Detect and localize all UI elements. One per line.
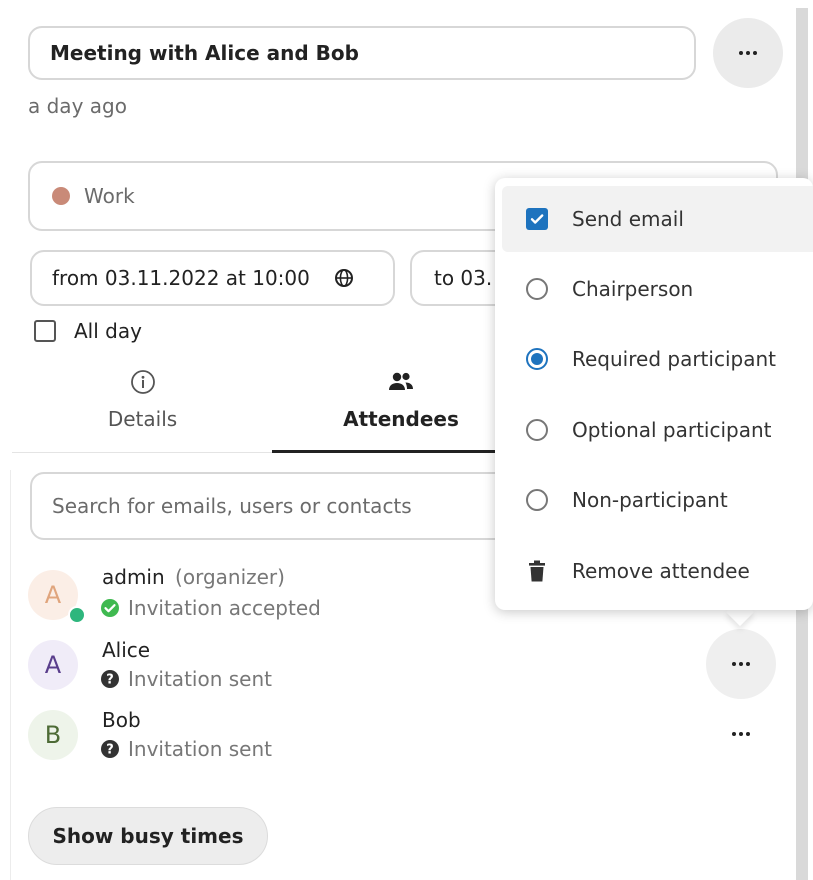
menu-item-non-participant[interactable]: Non-participant <box>502 467 813 533</box>
attendee-name: admin (organizer) <box>102 565 285 589</box>
attendee-actions-button[interactable] <box>706 629 776 699</box>
attendee-status: ? Invitation sent <box>100 667 272 691</box>
more-dots-icon <box>739 51 757 55</box>
trash-icon <box>528 560 546 582</box>
people-icon <box>272 367 530 397</box>
show-busy-times-button[interactable]: Show busy times <box>28 807 268 865</box>
event-actions-button[interactable] <box>713 18 783 88</box>
svg-text:?: ? <box>106 743 114 758</box>
attendee-actions-button[interactable] <box>706 699 776 769</box>
info-icon <box>40 367 245 397</box>
all-day-checkbox[interactable] <box>34 320 56 342</box>
more-dots-icon <box>732 732 750 736</box>
menu-item-optional-participant[interactable]: Optional participant <box>502 397 813 463</box>
attendee-name: Alice <box>102 638 151 662</box>
all-day-toggle[interactable]: All day <box>34 319 142 343</box>
tab-attendees[interactable]: Attendees <box>272 367 530 431</box>
online-status-dot <box>68 606 86 624</box>
calendar-name: Work <box>84 184 135 208</box>
attendee-status: ? Invitation sent <box>100 737 272 761</box>
start-date-field[interactable]: from 03.11.2022 at 10:00 <box>30 250 395 306</box>
menu-item-chairperson[interactable]: Chairperson <box>502 256 813 322</box>
event-title-text: Meeting with Alice and Bob <box>50 41 359 65</box>
modified-time: a day ago <box>28 94 127 118</box>
divider <box>10 470 11 880</box>
timezone-globe-icon[interactable] <box>334 268 354 288</box>
checkbox-checked-icon[interactable] <box>526 208 548 230</box>
menu-item-required-participant[interactable]: Required participant <box>502 326 813 392</box>
avatar: B <box>28 710 78 760</box>
radio-icon[interactable] <box>526 278 548 300</box>
check-circle-icon <box>100 598 120 618</box>
start-date-text: from 03.11.2022 at 10:00 <box>52 266 310 290</box>
active-tab-indicator <box>272 450 497 453</box>
menu-item-remove-attendee[interactable]: Remove attendee <box>502 538 813 604</box>
calendar-color-dot <box>52 187 70 205</box>
search-placeholder: Search for emails, users or contacts <box>52 494 412 518</box>
question-circle-icon: ? <box>100 739 120 759</box>
menu-item-send-email[interactable]: Send email <box>502 186 813 252</box>
radio-selected-icon[interactable] <box>526 348 548 370</box>
event-title-input[interactable]: Meeting with Alice and Bob <box>28 26 696 80</box>
more-dots-icon <box>732 662 750 666</box>
organizer-label: (organizer) <box>175 565 285 589</box>
question-circle-icon: ? <box>100 669 120 689</box>
attendee-search-input[interactable]: Search for emails, users or contacts <box>30 472 520 540</box>
avatar: A <box>28 640 78 690</box>
tab-details-label: Details <box>107 407 178 431</box>
tab-details[interactable]: Details <box>40 367 245 431</box>
tab-attendees-label: Attendees <box>343 407 459 431</box>
attendee-name: Bob <box>102 708 141 732</box>
all-day-label: All day <box>74 319 142 343</box>
attendee-status: Invitation accepted <box>100 596 321 620</box>
end-date-text: to 03. <box>434 266 493 290</box>
svg-text:?: ? <box>106 673 114 688</box>
radio-icon[interactable] <box>526 419 548 441</box>
radio-icon[interactable] <box>526 489 548 511</box>
